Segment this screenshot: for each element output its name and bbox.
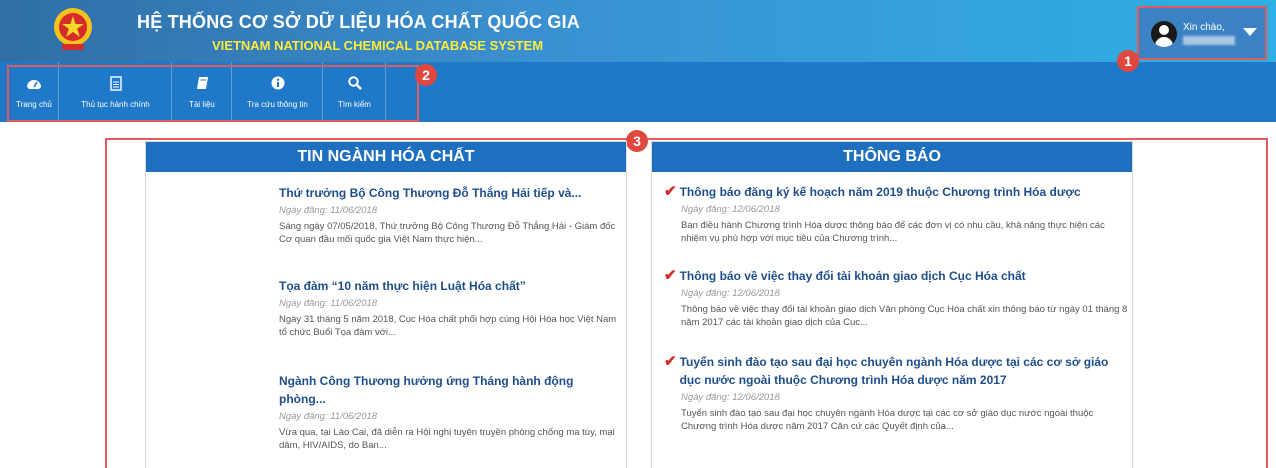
notice-item: ✔ Thông báo về việc thay đổi tài khoản gi… — [664, 267, 1130, 329]
news-item-date: Ngày đăng: 11/06/2018 — [279, 411, 378, 422]
checkmark-icon: ✔ — [664, 353, 677, 370]
annotation-badge-2: 2 — [415, 64, 437, 86]
notice-item-summary: Tuyển sinh đào tạo sau đại học chuyên ng… — [681, 408, 1094, 432]
username-blurred — [1183, 36, 1235, 45]
checkmark-icon: ✔ — [664, 183, 677, 200]
notice-item-title[interactable]: Thông báo đăng ký kế hoạch năm 2019 thuộ… — [680, 185, 1081, 199]
notice-item: ✔ Thông báo đăng ký kế hoạch năm 2019 thu… — [664, 183, 1130, 245]
news-item-summary: Ngày 31 tháng 5 năm 2018, Cục Hóa chất p… — [279, 314, 617, 338]
notice-item: ✔ Tuyển sinh đào tạo sau đại học chuyên n… — [664, 353, 1130, 433]
news-item-date: Ngày đăng: 11/06/2018 — [279, 298, 378, 309]
notice-item-date: Ngày đăng: 12/06/2018 — [681, 288, 780, 299]
annotation-badge-1: 1 — [1117, 50, 1139, 72]
notice-item-date: Ngày đăng: 12/06/2018 — [681, 204, 780, 215]
system-title: HỆ THỐNG CƠ SỞ DỮ LIỆU HÓA CHẤT QUỐC GIA — [137, 12, 580, 32]
news-item: Thứ trưởng Bộ Công Thương Đỗ Thắng Hải t… — [279, 184, 619, 246]
news-item-title[interactable]: Thứ trưởng Bộ Công Thương Đỗ Thắng Hải t… — [279, 184, 619, 202]
news-item: Tọa đàm “10 năm thực hiện Luật Hóa chất”… — [279, 277, 619, 339]
notice-item-summary: Ban điều hành Chương trình Hóa dược thôn… — [681, 220, 1105, 244]
news-item-title[interactable]: Ngành Công Thương hưởng ứng Tháng hành đ… — [279, 372, 619, 408]
notice-item-title[interactable]: Thông báo về việc thay đổi tài khoản gia… — [680, 269, 1026, 283]
system-subtitle: VIETNAM NATIONAL CHEMICAL DATABASE SYSTE… — [212, 38, 544, 53]
user-avatar-icon — [1151, 21, 1177, 47]
greeting-label: Xin chào, — [1183, 22, 1225, 33]
news-panel-title: TIN NGÀNH HÓA CHẤT — [146, 142, 626, 172]
news-item-date: Ngày đăng: 11/06/2018 — [279, 205, 378, 216]
news-panel: TIN NGÀNH HÓA CHẤT Thứ trưởng Bộ Công Th… — [145, 141, 627, 468]
news-item: Ngành Công Thương hưởng ứng Tháng hành đ… — [279, 372, 619, 452]
news-item-summary: Vừa qua, tại Lào Cai, đã diễn ra Hội ngh… — [279, 427, 615, 451]
notice-panel: THÔNG BÁO ✔ Thông báo đăng ký kế hoạch nă… — [651, 141, 1133, 468]
annotation-badge-3: 3 — [626, 130, 648, 152]
chevron-down-icon[interactable] — [1243, 28, 1257, 36]
notice-item-date: Ngày đăng: 12/06/2018 — [681, 392, 780, 403]
national-emblem-icon — [54, 8, 92, 50]
annotation-box-nav — [7, 65, 419, 122]
user-menu[interactable]: Xin chào, — [1137, 6, 1267, 60]
notice-item-summary: Thông báo về việc thay đổi tài khoản gia… — [681, 304, 1128, 328]
notice-panel-title: THÔNG BÁO — [652, 142, 1132, 172]
news-item-title[interactable]: Tọa đàm “10 năm thực hiện Luật Hóa chất” — [279, 277, 619, 295]
news-item-summary: Sáng ngày 07/05/2018, Thứ trưởng Bộ Công… — [279, 221, 616, 245]
header-bar: HỆ THỐNG CƠ SỞ DỮ LIỆU HÓA CHẤT QUỐC GIA… — [0, 0, 1276, 62]
checkmark-icon: ✔ — [664, 267, 677, 284]
notice-item-title[interactable]: Tuyển sinh đào tạo sau đại học chuyên ng… — [680, 353, 1130, 389]
